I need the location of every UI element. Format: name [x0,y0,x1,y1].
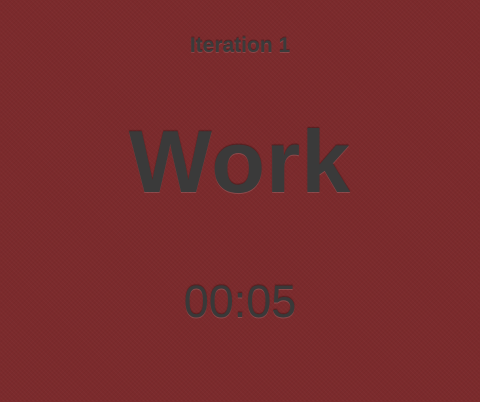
interval-timer-screen: Iteration 1 Work 00:05 [0,0,480,402]
countdown-timer: 00:05 [183,276,297,327]
phase-label: Work [128,112,352,211]
iteration-label: Iteration 1 [189,34,291,57]
